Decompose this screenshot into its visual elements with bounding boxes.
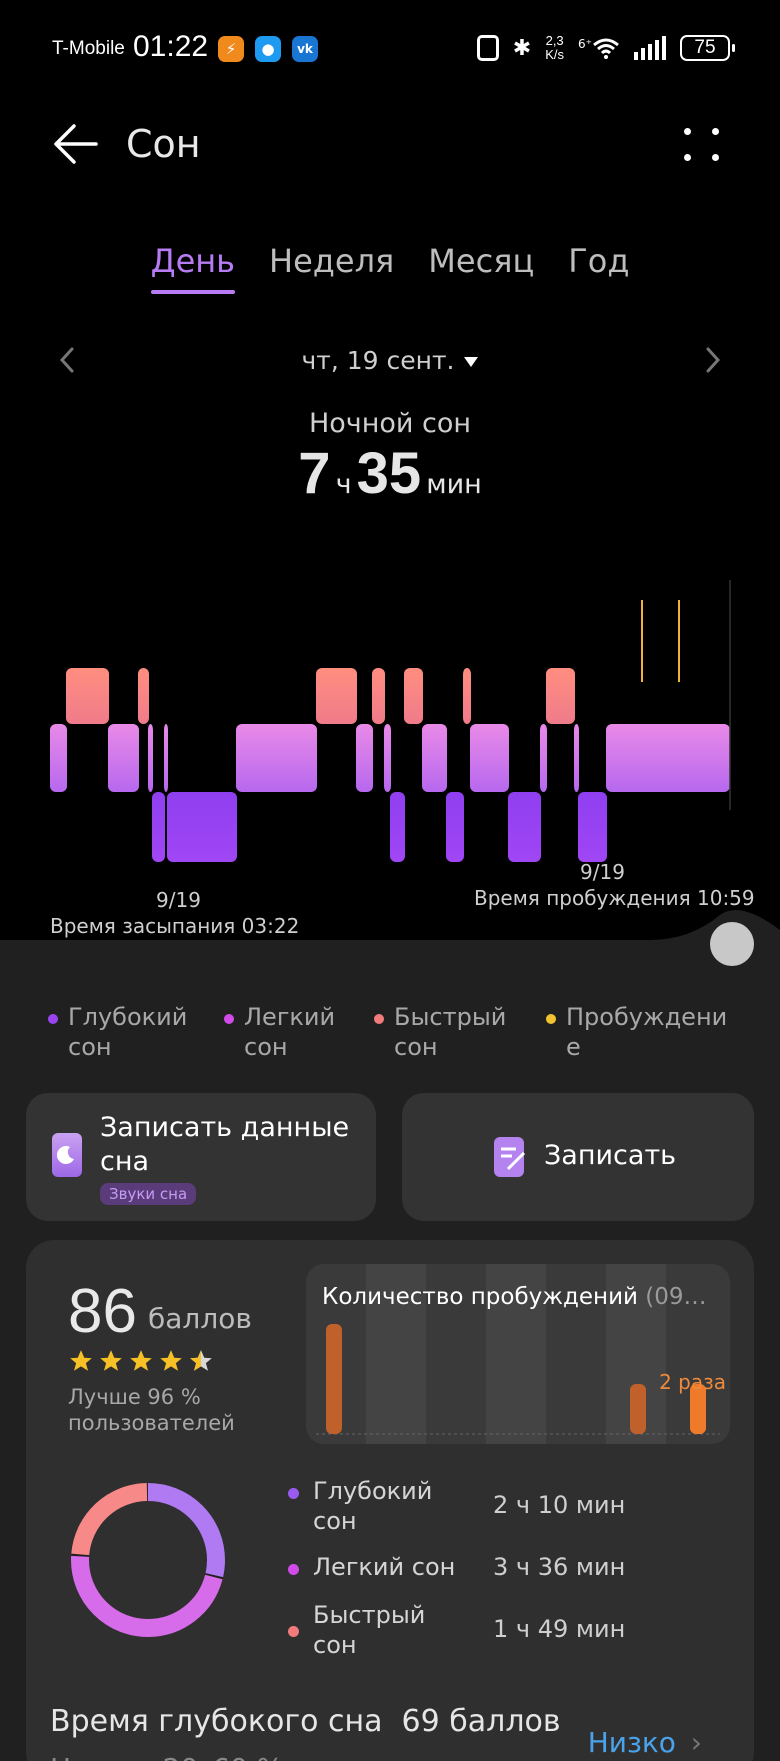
more-options-icon[interactable]: [682, 126, 722, 166]
light-segment: [164, 724, 168, 792]
signal-icon: [634, 36, 666, 60]
carrier-name: T-Mobile: [52, 38, 125, 59]
sleep-onset-time: Время засыпания 03:22: [50, 914, 300, 938]
nfc-icon: [476, 35, 499, 61]
battery-icon: 75: [680, 35, 735, 61]
rem-segment: [463, 668, 471, 724]
deep-segment: [167, 792, 237, 862]
status-time: 01:22: [133, 30, 209, 63]
better-than-users: Лучше 96 % пользователей: [68, 1385, 235, 1435]
legend-dot: [546, 1014, 556, 1024]
rem-segment: [316, 668, 357, 724]
star-icon: [70, 1350, 92, 1371]
date-selector[interactable]: чт, 19 сент.: [0, 346, 780, 375]
night-sleep-label: Ночной сон: [308, 408, 472, 439]
rem-segment: [138, 668, 149, 724]
legend-awake: Пробуждени е: [546, 1002, 727, 1062]
wake-date: 9/19: [580, 860, 625, 884]
rem-segment: [546, 668, 575, 724]
next-day-icon[interactable]: [698, 346, 726, 374]
stat-deep: Глубокий сон 2 ч 10 мин: [288, 1476, 708, 1536]
legend-dot: [224, 1014, 234, 1024]
record-sleep-data-card[interactable]: Записать данные сна Звуки сна: [26, 1093, 376, 1221]
sleep-onset-date: 9/19: [156, 888, 201, 912]
deep-segment: [578, 792, 607, 862]
back-arrow-icon[interactable]: [50, 120, 100, 170]
legend-dot: [374, 1014, 384, 1024]
awakening-bar: [630, 1384, 646, 1434]
light-segment: [236, 724, 317, 792]
deep-sleep-title: Время глубокого сна 69 баллов: [50, 1704, 561, 1739]
stat-rem: Быстрый сон 1 ч 49 мин: [288, 1600, 708, 1660]
light-segment: [422, 724, 447, 792]
deep-segment: [390, 792, 405, 862]
tab-day[interactable]: День: [150, 242, 236, 294]
legend-deep: Глубокий сон: [48, 1002, 224, 1062]
deep-segment: [152, 792, 165, 862]
light-segment: [606, 724, 730, 792]
dropdown-caret-icon: [464, 357, 479, 367]
period-tabs: День Неделя Месяц Год: [0, 242, 780, 294]
page-title: Сон: [126, 122, 201, 166]
awakenings-card[interactable]: Количество пробуждений (09… 2 раза: [306, 1264, 730, 1444]
details-panel: Глубокий сон Легкий сон Быстрый сон Пробужд…: [0, 940, 780, 1761]
light-segment: [108, 724, 139, 792]
messenger-icon: ●: [255, 36, 281, 62]
light-segment: [50, 724, 67, 792]
stat-light: Легкий сон 3 ч 36 мин: [288, 1552, 708, 1582]
sleep-stages-chart[interactable]: [0, 580, 780, 870]
stat-dot: [288, 1488, 299, 1499]
stat-dot: [288, 1564, 299, 1575]
star-icon: [100, 1350, 122, 1371]
awakening-bar: [326, 1324, 342, 1434]
status-bar: T-Mobile 01:22 ⚡ ● vk ✱ 2,3 K/s 6⁺ 75: [0, 0, 780, 96]
chevron-right-icon: ›: [690, 1726, 702, 1759]
record-label: Записать: [544, 1140, 677, 1171]
light-segment: [384, 724, 391, 792]
deep-sleep-norm: Норма: 20–60 %: [50, 1752, 283, 1761]
star-icon: [160, 1350, 182, 1371]
tab-week[interactable]: Неделя: [269, 242, 394, 294]
legend-rem: Быстрый сон: [374, 1002, 546, 1062]
light-segment: [356, 724, 373, 792]
sleep-sounds-badge[interactable]: Звуки сна: [100, 1183, 197, 1205]
stat-dot: [288, 1626, 299, 1637]
deep-segment: [508, 792, 541, 862]
star-icon: [130, 1350, 152, 1371]
deep-segment: [446, 792, 464, 862]
score-stars: [68, 1348, 214, 1374]
rem-segment: [404, 668, 423, 724]
wifi-icon: 6⁺: [578, 37, 620, 59]
stage-donut-chart: [71, 1483, 225, 1637]
light-segment: [574, 724, 579, 792]
note-edit-icon: [494, 1137, 526, 1177]
network-speed: 2,3 K/s: [545, 33, 565, 62]
status-icons: ✱ 2,3 K/s 6⁺ 75: [476, 33, 735, 62]
legend-dot: [48, 1014, 58, 1024]
sleep-score-unit: баллов: [148, 1302, 252, 1335]
awakenings-title: Количество пробуждений (09…: [322, 1284, 707, 1310]
awakenings-count: 2 раза: [659, 1370, 726, 1394]
tab-year[interactable]: Год: [568, 242, 629, 294]
record-sleep-data-label: Записать данные сна: [100, 1112, 350, 1177]
sleep-score-card[interactable]: 86 баллов Лучше 96 % пользователей Колич…: [26, 1240, 754, 1761]
fitness-app-icon: ⚡: [218, 36, 244, 62]
sleep-record-icon: [52, 1133, 82, 1177]
sleep-duration: 7 ч 35 мин: [298, 441, 482, 506]
tab-month[interactable]: Месяц: [428, 242, 534, 294]
vk-icon: vk: [292, 36, 318, 62]
bluetooth-icon: ✱: [512, 35, 532, 61]
deep-sleep-status[interactable]: Низко ›: [588, 1726, 702, 1759]
light-segment: [148, 724, 153, 792]
light-segment: [470, 724, 509, 792]
rem-segment: [372, 668, 385, 724]
rem-segment: [66, 668, 109, 724]
record-card[interactable]: Записать: [402, 1093, 754, 1221]
legend-light: Легкий сон: [224, 1002, 374, 1062]
panel-drag-handle[interactable]: [710, 922, 754, 966]
stage-legend: Глубокий сон Легкий сон Быстрый сон Пробужд…: [48, 1002, 748, 1062]
light-segment: [540, 724, 547, 792]
half-star-icon: [190, 1350, 212, 1371]
sleep-score-value: 86: [68, 1277, 137, 1346]
